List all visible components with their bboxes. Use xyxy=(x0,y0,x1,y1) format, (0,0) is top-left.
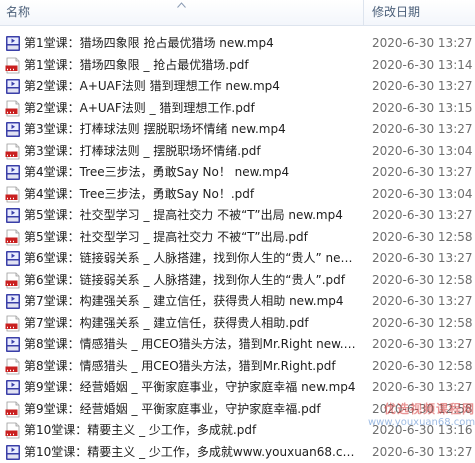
pdf-file-icon xyxy=(5,100,21,117)
video-mp4-icon xyxy=(5,164,21,181)
video-mp4-icon xyxy=(5,379,21,396)
video-mp4-icon xyxy=(5,207,21,224)
file-row[interactable]: 第1堂课：猎场四象限 _ 抢占最优猎场.pdf 2020-6-30 13:14 xyxy=(0,55,475,77)
file-row[interactable]: 第4堂课：Tree三步法，勇敢Say No！.pdf 2020-6-30 13:0… xyxy=(0,184,475,206)
file-date-modified: 2020-6-30 13:27 xyxy=(372,334,473,355)
file-name: 第2堂课：A+UAF法则 _ 猎到理想工作.pdf xyxy=(24,98,360,119)
pdf-file-icon xyxy=(5,315,21,332)
pdf-file-icon xyxy=(5,422,21,439)
file-row[interactable]: 第6堂课：链接弱关系 _ 人脉搭建，找到你人生的“贵人” new.mp4 2020… xyxy=(0,248,475,270)
video-mp4-icon xyxy=(5,336,21,353)
pdf-file-icon xyxy=(5,401,21,418)
file-name: 第7堂课：构建强关系 _ 建立信任，获得贵人相助.pdf xyxy=(24,313,360,334)
file-date-modified: 2020-6-30 13:16 xyxy=(372,420,473,441)
file-name: 第10堂课：精要主义 _ 少工作，多成就www.youxuan68.com.mp… xyxy=(24,442,360,463)
video-mp4-icon xyxy=(5,293,21,310)
file-date-modified: 2020-6-30 13:27 xyxy=(372,291,473,312)
file-row[interactable]: 第3堂课：打棒球法则 _ 摆脱职场坏情绪.pdf 2020-6-30 13:04 xyxy=(0,141,475,163)
file-name: 第5堂课：社交型学习 _ 提高社交力 不被“T”出局.pdf xyxy=(24,227,360,248)
file-name: 第4堂课：Tree三步法，勇敢Say No！ new.mp4 xyxy=(24,162,360,183)
sort-ascending-icon xyxy=(177,2,186,8)
file-date-modified: 2020-6-30 12:58 xyxy=(372,313,473,334)
file-row[interactable]: 第6堂课：链接弱关系 _ 人脉搭建，找到你人生的“贵人”.pdf 2020-6-3… xyxy=(0,270,475,292)
file-name: 第2堂课：A+UAF法则 猎到理想工作 new.mp4 xyxy=(24,76,360,97)
file-date-modified: 2020-6-30 12:58 xyxy=(372,356,473,377)
file-row[interactable]: 第2堂课：A+UAF法则 猎到理想工作 new.mp4 2020-6-30 13:… xyxy=(0,76,475,98)
pdf-file-icon xyxy=(5,229,21,246)
file-date-modified: 2020-6-30 13:04 xyxy=(372,184,473,205)
file-row[interactable]: 第8堂课：情感猎头 _ 用CEO猎头方法，猎到Mr.Right new.mp4 2… xyxy=(0,334,475,356)
pdf-file-icon xyxy=(5,57,21,74)
file-name: 第1堂课：猎场四象限 抢占最优猎场 new.mp4 xyxy=(24,33,360,54)
file-row[interactable]: 第5堂课：社交型学习 _ 提高社交力 不被“T”出局 new.mp4 2020-6… xyxy=(0,205,475,227)
file-date-modified: 2020-6-30 13:27 xyxy=(372,76,473,97)
column-header-bar: 名称 修改日期 xyxy=(0,0,475,26)
pdf-file-icon xyxy=(5,186,21,203)
file-date-modified: 2020-6-30 13:27 xyxy=(372,442,473,463)
file-date-modified: 2020-6-30 12:58 xyxy=(372,399,473,420)
file-name: 第8堂课：情感猎头 _ 用CEO猎头方法，猎到Mr.Right new.mp4 xyxy=(24,334,360,355)
file-row[interactable]: 第9堂课：经营婚姻 _ 平衡家庭事业，守护家庭幸福.pdf 2020-6-30 1… xyxy=(0,399,475,421)
file-name: 第5堂课：社交型学习 _ 提高社交力 不被“T”出局 new.mp4 xyxy=(24,205,360,226)
file-name: 第6堂课：链接弱关系 _ 人脉搭建，找到你人生的“贵人” new.mp4 xyxy=(24,248,360,269)
video-mp4-icon xyxy=(5,250,21,267)
file-name: 第4堂课：Tree三步法，勇敢Say No！.pdf xyxy=(24,184,360,205)
file-date-modified: 2020-6-30 13:27 xyxy=(372,377,473,398)
file-date-modified: 2020-6-30 13:27 xyxy=(372,33,473,54)
file-name: 第1堂课：猎场四象限 _ 抢占最优猎场.pdf xyxy=(24,55,360,76)
file-row[interactable]: 第7堂课：构建强关系 _ 建立信任，获得贵人相助 new.mp4 2020-6-3… xyxy=(0,291,475,313)
file-row[interactable]: 第3堂课：打棒球法则 摆脱职场坏情绪 new.mp4 2020-6-30 13:2… xyxy=(0,119,475,141)
file-name: 第9堂课：经营婚姻 _ 平衡家庭事业，守护家庭幸福 new.mp4 xyxy=(24,377,360,398)
file-name: 第9堂课：经营婚姻 _ 平衡家庭事业，守护家庭幸福.pdf xyxy=(24,399,360,420)
file-name: 第6堂课：链接弱关系 _ 人脉搭建，找到你人生的“贵人”.pdf xyxy=(24,270,360,291)
file-date-modified: 2020-6-30 13:15 xyxy=(372,98,473,119)
pdf-file-icon xyxy=(5,358,21,375)
video-mp4-icon xyxy=(5,444,21,461)
file-row[interactable]: 第5堂课：社交型学习 _ 提高社交力 不被“T”出局.pdf 2020-6-30 … xyxy=(0,227,475,249)
file-date-modified: 2020-6-30 13:27 xyxy=(372,162,473,183)
pdf-file-icon xyxy=(5,143,21,160)
column-separator[interactable] xyxy=(363,0,364,25)
file-row[interactable]: 第1堂课：猎场四象限 抢占最优猎场 new.mp4 2020-6-30 13:27 xyxy=(0,33,475,55)
file-row[interactable]: 第2堂课：A+UAF法则 _ 猎到理想工作.pdf 2020-6-30 13:15 xyxy=(0,98,475,120)
file-row[interactable]: 第10堂课：精要主义 _ 少工作，多成就www.youxuan68.com.mp… xyxy=(0,442,475,463)
file-date-modified: 2020-6-30 13:27 xyxy=(372,205,473,226)
file-list: 第1堂课：猎场四象限 抢占最优猎场 new.mp4 2020-6-30 13:27… xyxy=(0,33,475,463)
file-date-modified: 2020-6-30 13:27 xyxy=(372,248,473,269)
file-name: 第10堂课：精要主义 _ 少工作，多成就.pdf xyxy=(24,420,360,441)
file-name: 第3堂课：打棒球法则 摆脱职场坏情绪 new.mp4 xyxy=(24,119,360,140)
file-row[interactable]: 第10堂课：精要主义 _ 少工作，多成就.pdf 2020-6-30 13:16 xyxy=(0,420,475,442)
file-row[interactable]: 第9堂课：经营婚姻 _ 平衡家庭事业，守护家庭幸福 new.mp4 2020-6-… xyxy=(0,377,475,399)
date-modified-column-header[interactable]: 修改日期 xyxy=(372,0,420,25)
video-mp4-icon xyxy=(5,35,21,52)
pdf-file-icon xyxy=(5,272,21,289)
file-date-modified: 2020-6-30 13:27 xyxy=(372,119,473,140)
video-mp4-icon xyxy=(5,121,21,138)
video-mp4-icon xyxy=(5,78,21,95)
file-row[interactable]: 第7堂课：构建强关系 _ 建立信任，获得贵人相助.pdf 2020-6-30 12… xyxy=(0,313,475,335)
file-date-modified: 2020-6-30 13:04 xyxy=(372,141,473,162)
file-name: 第8堂课：情感猎头 _ 用CEO猎头方法，猎到Mr.Right.pdf xyxy=(24,356,360,377)
file-date-modified: 2020-6-30 12:58 xyxy=(372,227,473,248)
file-date-modified: 2020-6-30 13:14 xyxy=(372,55,473,76)
file-name: 第3堂课：打棒球法则 _ 摆脱职场坏情绪.pdf xyxy=(24,141,360,162)
file-row[interactable]: 第4堂课：Tree三步法，勇敢Say No！ new.mp4 2020-6-30 … xyxy=(0,162,475,184)
file-date-modified: 2020-6-30 12:58 xyxy=(372,270,473,291)
file-row[interactable]: 第8堂课：情感猎头 _ 用CEO猎头方法，猎到Mr.Right.pdf 2020-… xyxy=(0,356,475,378)
file-name: 第7堂课：构建强关系 _ 建立信任，获得贵人相助 new.mp4 xyxy=(24,291,360,312)
